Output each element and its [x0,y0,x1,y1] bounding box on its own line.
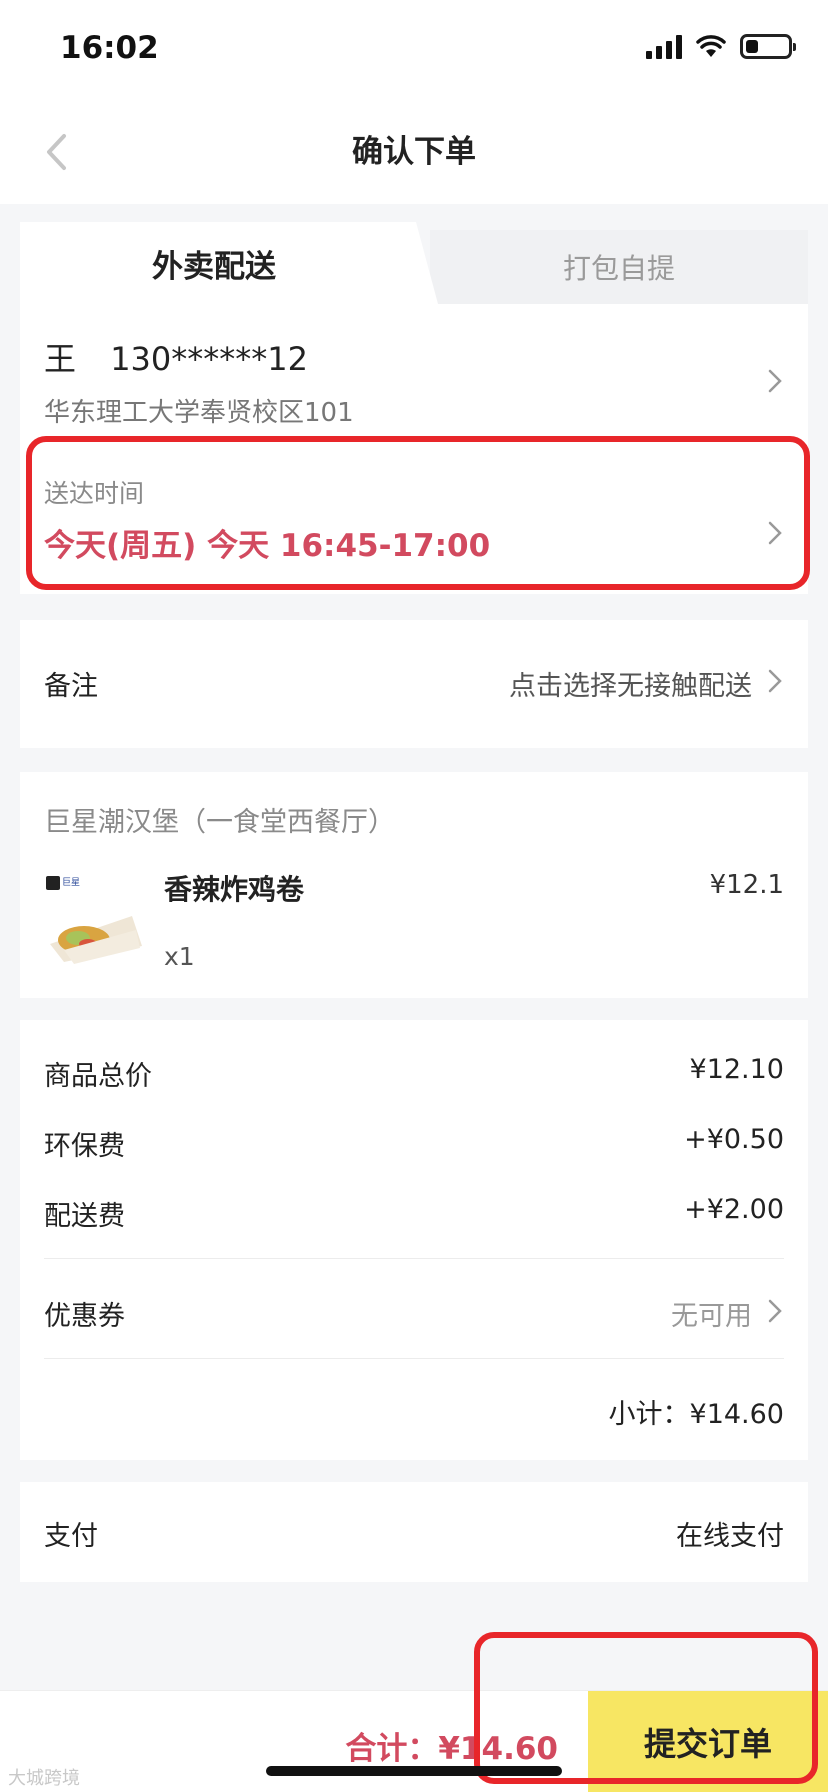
order-confirm-page: 16:02 确认下单 打包自提 外卖配送 王 130******12 华东理工大… [0,0,828,1792]
battery-icon [740,34,796,59]
shop-name: 巨星潮汉堡（一食堂西餐厅） [44,807,395,838]
chevron-right-icon[interactable] [760,1296,790,1326]
watermark: 大城跨境 [8,1768,80,1789]
brand-logo-text: 巨星 [62,877,80,888]
home-indicator [266,1766,562,1776]
address-card: 王 130******12 华东理工大学奉贤校区101 送达时间 今天(周五) … [20,304,808,594]
payment-card[interactable]: 支付 在线支付 [20,1482,808,1582]
brand-logo-icon [46,876,60,890]
submit-order-button[interactable]: 提交订单 [588,1691,828,1792]
price-breakdown-card: 商品总价 ¥12.10 环保费 +¥0.50 配送费 +¥2.00 优惠券 无可… [20,1020,808,1460]
delivery-time-value[interactable]: 今天(周五) 今天 16:45-17:00 [44,520,490,565]
delivery-fee-label: 配送费 [44,1201,125,1232]
eco-fee-value: +¥0.50 [684,1124,784,1155]
chevron-right-icon[interactable] [760,366,790,396]
status-icons [646,34,796,59]
recipient-name: 王 [44,340,77,378]
product-price: ¥12.1 [709,870,784,900]
nav-bar: 确认下单 [0,100,828,204]
remark-card[interactable]: 备注 点击选择无接触配送 [20,620,808,748]
items-total-label: 商品总价 [44,1061,152,1092]
delivery-mode-tabs: 打包自提 外卖配送 [20,222,808,304]
wifi-icon [696,34,726,57]
recipient-address: 华东理工大学奉贤校区101 [44,398,354,428]
bottom-action-bar: 合计：¥14.60 提交订单 [0,1690,828,1792]
divider [44,1258,784,1259]
chevron-right-icon [760,666,790,696]
items-total-value: ¥12.10 [689,1054,784,1085]
order-total: 合计：¥14.60 [345,1731,558,1767]
tab-delivery[interactable]: 外卖配送 [20,222,438,304]
eco-fee-label: 环保费 [44,1131,125,1162]
chevron-right-icon[interactable] [760,518,790,548]
status-time: 16:02 [60,30,159,66]
delivery-time-label: 送达时间 [44,479,145,508]
cellular-signal-icon [646,34,682,59]
divider [44,1358,784,1359]
product-thumbnail: 巨星 [44,872,144,972]
remark-label: 备注 [44,671,98,702]
shop-card: 巨星潮汉堡（一食堂西餐厅） 巨星 香辣炸鸡卷 x1 ¥12.1 [20,772,808,998]
coupon-value[interactable]: 无可用 [671,1294,752,1333]
product-name: 香辣炸鸡卷 [164,873,305,906]
tab-pickup[interactable]: 打包自提 [430,230,808,304]
subtotal: 小计：¥14.60 [608,1399,784,1430]
payment-method: 在线支付 [676,1521,784,1552]
coupon-label: 优惠券 [44,1301,125,1332]
product-quantity: x1 [164,942,195,971]
delivery-fee-value: +¥2.00 [684,1194,784,1225]
payment-label: 支付 [44,1521,98,1552]
recipient-phone: 130******12 [110,340,308,378]
status-bar: 16:02 [0,0,828,100]
contact-line[interactable]: 王 130******12 [44,334,308,380]
page-title: 确认下单 [352,134,476,170]
remark-value: 点击选择无接触配送 [509,671,752,702]
battery-level [746,40,758,53]
